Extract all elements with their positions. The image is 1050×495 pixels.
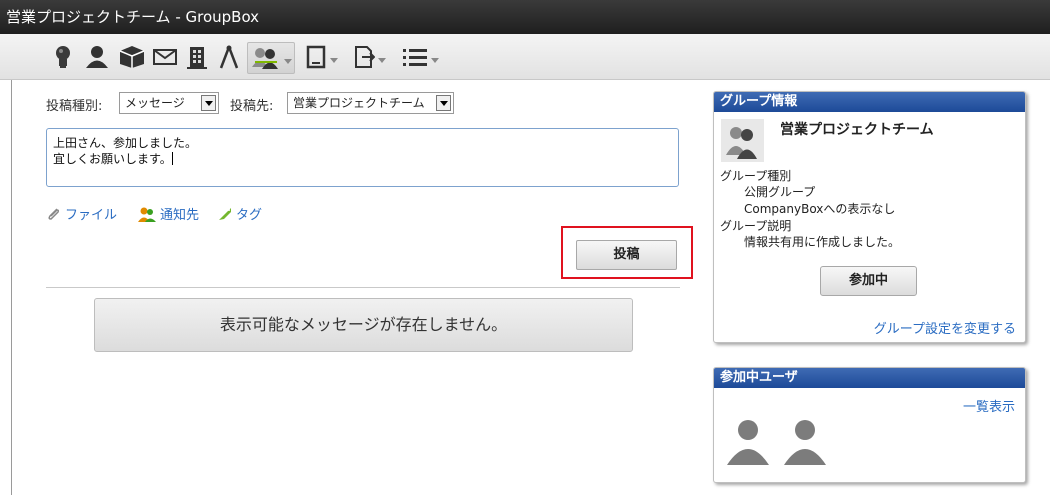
joined-button[interactable]: 参加中 — [820, 266, 917, 296]
member-avatar[interactable] — [723, 415, 773, 465]
post-dest-value: 営業プロジェクトチーム — [293, 96, 425, 110]
empty-message: 表示可能なメッセージが存在しません。 — [94, 298, 633, 352]
divider — [46, 287, 680, 288]
message-input[interactable]: 上田さん、参加しました。 宜しくお願いします。 — [46, 128, 679, 187]
export-icon[interactable] — [348, 42, 390, 72]
device-icon[interactable] — [300, 42, 342, 72]
chevron-down-icon — [436, 95, 451, 111]
message-line-1: 上田さん、参加しました。 — [53, 136, 198, 150]
group-settings-link[interactable]: グループ設定を変更する — [874, 318, 1016, 337]
group-desc-label: グループ説明 — [720, 219, 792, 233]
chevron-down-icon — [201, 95, 216, 111]
lightbulb-icon[interactable] — [51, 42, 75, 72]
toolbar — [0, 34, 1050, 80]
highlight-frame — [561, 226, 693, 279]
group-icon[interactable] — [247, 42, 295, 74]
post-type-label: 投稿種別: — [46, 99, 103, 114]
member-avatar[interactable] — [780, 415, 830, 465]
text-caret — [171, 152, 173, 165]
mail-icon[interactable] — [152, 42, 178, 72]
tag-link[interactable]: タグ — [217, 204, 262, 223]
tag-icon — [219, 207, 231, 220]
post-type-value: メッセージ — [125, 96, 185, 110]
notify-label: 通知先 — [160, 208, 200, 223]
group-desc-value: 情報共有用に作成しました。 — [744, 235, 901, 249]
file-label: ファイル — [65, 208, 118, 223]
post-type-select[interactable]: メッセージ — [119, 92, 219, 114]
list-all-link[interactable]: 一覧表示 — [963, 396, 1015, 415]
tools-icon[interactable] — [216, 42, 242, 72]
attach-file-link[interactable]: ファイル — [46, 204, 117, 223]
message-line-2: 宜しくお願いします。 — [53, 152, 172, 166]
tag-label: タグ — [236, 208, 263, 223]
post-dest-label: 投稿先: — [230, 99, 274, 114]
building-icon[interactable] — [184, 42, 210, 72]
members-panel: 参加中ユーザ 一覧表示 — [713, 367, 1026, 483]
notify-link[interactable]: 通知先 — [137, 204, 199, 223]
companybox-value: CompanyBoxへの表示なし — [744, 202, 896, 216]
window-title: 営業プロジェクトチーム - GroupBox — [0, 0, 1050, 34]
notify-users-icon — [138, 207, 156, 222]
left-border — [11, 80, 12, 495]
group-avatar — [721, 119, 764, 162]
user-icon[interactable] — [84, 42, 110, 72]
group-name: 営業プロジェクトチーム — [780, 122, 934, 138]
box-icon[interactable] — [118, 42, 146, 72]
post-dest-select[interactable]: 営業プロジェクトチーム — [287, 92, 454, 114]
group-type-label: グループ種別 — [720, 169, 792, 183]
group-info-header: グループ情報 — [714, 92, 1025, 112]
members-header: 参加中ユーザ — [714, 368, 1025, 388]
paperclip-icon — [48, 207, 60, 220]
group-type-value: 公開グループ — [744, 185, 816, 199]
group-info-panel: グループ情報 営業プロジェクトチーム グループ種別 公開グループ Company… — [713, 91, 1026, 343]
list-icon[interactable] — [398, 42, 442, 72]
